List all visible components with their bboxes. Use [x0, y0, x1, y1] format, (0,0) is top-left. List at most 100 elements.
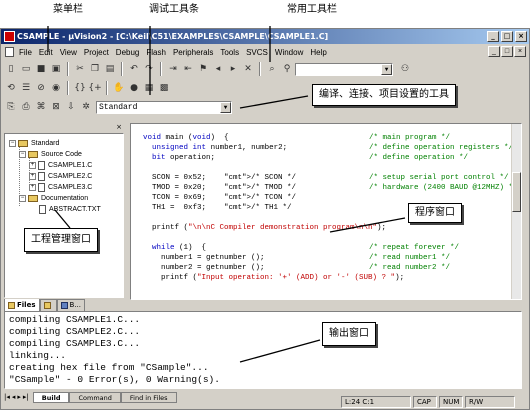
code-line[interactable]: number2 = getnumber ();	[143, 264, 265, 273]
stop-build-icon[interactable]: ⊠	[49, 100, 63, 114]
undo-icon[interactable]: ↶	[127, 62, 141, 76]
code-line[interactable]: TMOD = 0x20; "cmt">/* TMOD */	[143, 184, 296, 193]
target-options-icon[interactable]: ✲	[79, 100, 93, 114]
target-combo-value: Standard	[99, 102, 138, 112]
code-line[interactable]: while (1) {	[143, 244, 206, 253]
redo-icon[interactable]: ↷	[142, 62, 156, 76]
tree-root[interactable]: − Standard	[9, 138, 59, 148]
translate-icon[interactable]: ⎘	[4, 100, 18, 114]
tree-file[interactable]: ABSTRACT.TXT	[39, 204, 101, 214]
program-window[interactable]: void main (void) { /* main program */ uns…	[130, 123, 522, 300]
breakpoint-icon[interactable]: ●	[127, 81, 141, 95]
stop-icon[interactable]: ⊘	[34, 81, 48, 95]
disassembly-icon[interactable]: ▦	[142, 81, 156, 95]
code-line[interactable]: TCON = 0x69; "cmt">/* TCON */	[143, 194, 296, 203]
code-line[interactable]: unsigned int number1, number2;	[143, 144, 287, 153]
code-line[interactable]: SCON = 0x52; "cmt">/* SCON */	[143, 174, 296, 183]
debug-session-icon[interactable]: ◉	[49, 81, 63, 95]
clear-bookmarks-icon[interactable]: ✕	[241, 62, 255, 76]
document-icon[interactable]	[5, 47, 14, 57]
watch-window-icon[interactable]: ▩	[157, 81, 171, 95]
expand-icon[interactable]: +	[29, 172, 36, 180]
code-comment[interactable]: /* define operation registers */	[369, 144, 513, 153]
scrollbar-thumb[interactable]	[512, 172, 521, 212]
indent-icon[interactable]: ⇥	[166, 62, 180, 76]
minimize-button[interactable]: _	[487, 31, 499, 42]
open-file-icon[interactable]: ▭	[19, 62, 33, 76]
tree-group-docs[interactable]: − Documentation	[19, 193, 88, 203]
code-line[interactable]: void main (void) {	[143, 134, 229, 143]
tree-file[interactable]: + CSAMPLE2.C	[29, 171, 92, 181]
project-panel-header: ×	[4, 123, 124, 132]
mdi-close-button[interactable]: ×	[514, 46, 526, 57]
expand-icon[interactable]: +	[29, 161, 36, 169]
menu-help[interactable]: Help	[310, 48, 326, 57]
step-into-icon[interactable]: {}	[73, 81, 87, 95]
find-combo[interactable]: ▼	[295, 62, 393, 76]
tree-file[interactable]: + CSAMPLE1.C	[29, 160, 92, 170]
code-comment[interactable]: /* repeat forever */	[369, 244, 459, 253]
code-line[interactable]: number1 = getnumber ();	[143, 254, 265, 263]
common-toolbar: ▯ ▭ ■ ▣ ✂ ❐ ▤ ↶ ↷ ⇥ ⇤ ⚑ ◂ ▸ ✕ ⌕ ⚲ ▼ ⚇	[4, 60, 412, 78]
collapse-icon[interactable]: −	[19, 194, 26, 202]
chevron-down-icon[interactable]: ▼	[220, 101, 231, 113]
code-comment[interactable]: /* main program */	[369, 134, 450, 143]
expand-icon[interactable]: +	[29, 183, 36, 191]
unindent-icon[interactable]: ⇤	[181, 62, 195, 76]
target-combo[interactable]: Standard ▼	[96, 100, 232, 114]
code-comment[interactable]: /* hardware (2400 BAUD @12MHZ) */	[369, 184, 518, 193]
reset-icon[interactable]: ⟲	[4, 81, 18, 95]
output-window[interactable]: compiling CSAMPLE1.C... compiling CSAMPLE…	[4, 311, 522, 389]
tree-file[interactable]: + CSAMPLE3.C	[29, 182, 92, 192]
close-icon[interactable]: ×	[116, 123, 122, 131]
menu-view[interactable]: View	[60, 48, 77, 57]
menu-svcs[interactable]: SVCS	[246, 48, 268, 57]
mdi-minimize-button[interactable]: _	[488, 46, 500, 57]
hand-icon[interactable]: ✋	[112, 81, 126, 95]
menu-peripherals[interactable]: Peripherals	[173, 48, 213, 57]
tree-group-source[interactable]: − Source Code	[19, 149, 82, 159]
mdi-maximize-button[interactable]: □	[501, 46, 513, 57]
menu-window[interactable]: Window	[275, 48, 303, 57]
code-comment[interactable]: /* define operation */	[369, 154, 468, 163]
incremental-find-icon[interactable]: ⚲	[280, 62, 294, 76]
collapse-icon[interactable]: −	[9, 139, 16, 147]
download-icon[interactable]: ⇩	[64, 100, 78, 114]
menu-flash[interactable]: Flash	[146, 48, 166, 57]
output-line: linking...	[9, 350, 67, 361]
find-in-files-icon[interactable]: ⌕	[265, 62, 279, 76]
save-all-icon[interactable]: ▣	[49, 62, 63, 76]
code-comment[interactable]: /* read number2 */	[369, 264, 450, 273]
new-file-icon[interactable]: ▯	[4, 62, 18, 76]
bookmark-icon[interactable]: ⚑	[196, 62, 210, 76]
close-button[interactable]: ×	[515, 31, 527, 42]
code-line[interactable]: bit operation;	[143, 154, 215, 163]
binoculars-icon[interactable]: ⚇	[398, 62, 412, 76]
maximize-button[interactable]: □	[501, 31, 513, 42]
code-line[interactable]: printf ("\n\nC Compiler demonstration pr…	[143, 224, 386, 233]
prev-bookmark-icon[interactable]: ◂	[211, 62, 225, 76]
copy-icon[interactable]: ❐	[88, 62, 102, 76]
collapse-icon[interactable]: −	[19, 150, 26, 158]
next-bookmark-icon[interactable]: ▸	[226, 62, 240, 76]
menu-project[interactable]: Project	[84, 48, 109, 57]
rebuild-all-icon[interactable]: ⌘	[34, 100, 48, 114]
code-line[interactable]: TH1 = 0xf3; "cmt">/* TH1 */	[143, 204, 292, 213]
chevron-down-icon[interactable]: ▼	[381, 63, 392, 75]
menu-debug[interactable]: Debug	[116, 48, 140, 57]
paste-icon[interactable]: ▤	[103, 62, 117, 76]
build-target-icon[interactable]: ⎙	[19, 100, 33, 114]
output-line: compiling CSAMPLE1.C...	[9, 314, 141, 325]
save-icon[interactable]: ■	[34, 62, 48, 76]
run-icon[interactable]: ☰	[19, 81, 33, 95]
menu-tools[interactable]: Tools	[220, 48, 239, 57]
editor-vertical-scrollbar[interactable]	[511, 124, 521, 299]
code-line[interactable]: printf ("Input operation: '+' (ADD) or '…	[143, 274, 404, 283]
cut-icon[interactable]: ✂	[73, 62, 87, 76]
code-comment[interactable]: /* read number1 */	[369, 254, 450, 263]
menu-edit[interactable]: Edit	[39, 48, 53, 57]
step-over-icon[interactable]: {+	[88, 81, 102, 95]
tab-label: B...	[69, 301, 81, 309]
code-comment[interactable]: /* setup serial port control */	[369, 174, 509, 183]
menu-file[interactable]: File	[19, 48, 32, 57]
